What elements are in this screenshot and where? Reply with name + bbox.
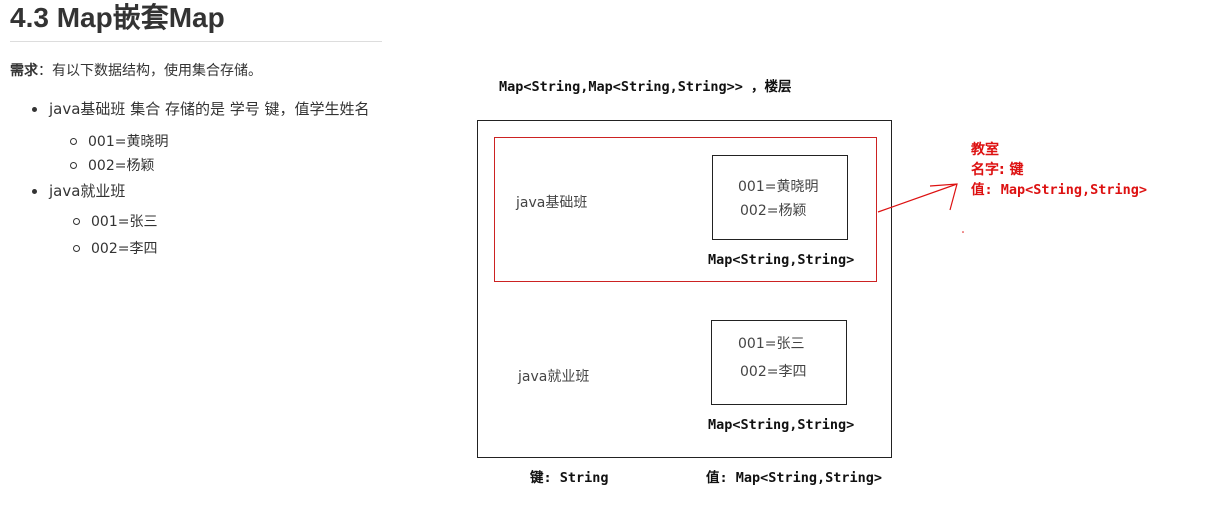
classroom-annotation: 教室 名字: 键 值: Map<String,String> [971,140,1147,200]
annotation-line: 名字: 键 [971,162,1024,178]
annotation-line: 教室 [971,142,999,158]
annotation-line: 值: Map<String,String> [971,182,1148,198]
annotation-arrow-icon [877,183,964,233]
